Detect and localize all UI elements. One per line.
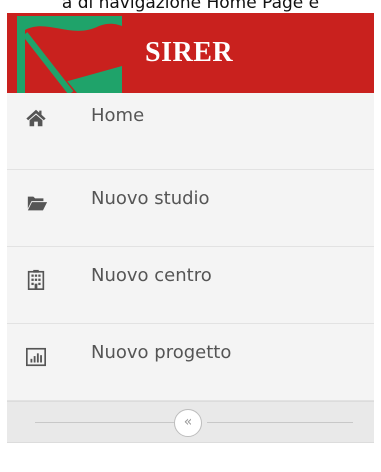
home-icon [26, 109, 46, 127]
collapse-sidebar-button[interactable]: « [174, 409, 202, 437]
bar-chart-icon [26, 347, 46, 367]
folder-open-icon [27, 196, 48, 211]
sirer-logo [17, 16, 122, 93]
brand-name: SIRER [145, 37, 234, 68]
sidebar-item-label: Nuovo centro [91, 265, 212, 286]
divider-right [207, 422, 353, 423]
sidebar-menu: Home Nuovo studio Nuovo centro Nuovo pro… [7, 93, 374, 401]
app-header: SIRER [7, 13, 374, 93]
sidebar-item-nuovo-studio[interactable]: Nuovo studio [7, 170, 374, 247]
double-chevron-left-icon: « [183, 414, 193, 430]
divider-left [35, 422, 175, 423]
sidebar-item-nuovo-centro[interactable]: Nuovo centro [7, 247, 374, 324]
sidebar-collapse-bar: « [7, 401, 374, 443]
page-caption: a di navigazione Home Page e [61, 0, 320, 13]
sidebar-item-label: Nuovo studio [91, 188, 210, 209]
sidebar-item-label: Nuovo progetto [91, 342, 232, 363]
building-icon [27, 269, 45, 290]
sidebar-item-nuovo-progetto[interactable]: Nuovo progetto [7, 324, 374, 401]
sidebar-item-label: Home [91, 105, 145, 126]
sidebar-item-home[interactable]: Home [7, 93, 374, 170]
